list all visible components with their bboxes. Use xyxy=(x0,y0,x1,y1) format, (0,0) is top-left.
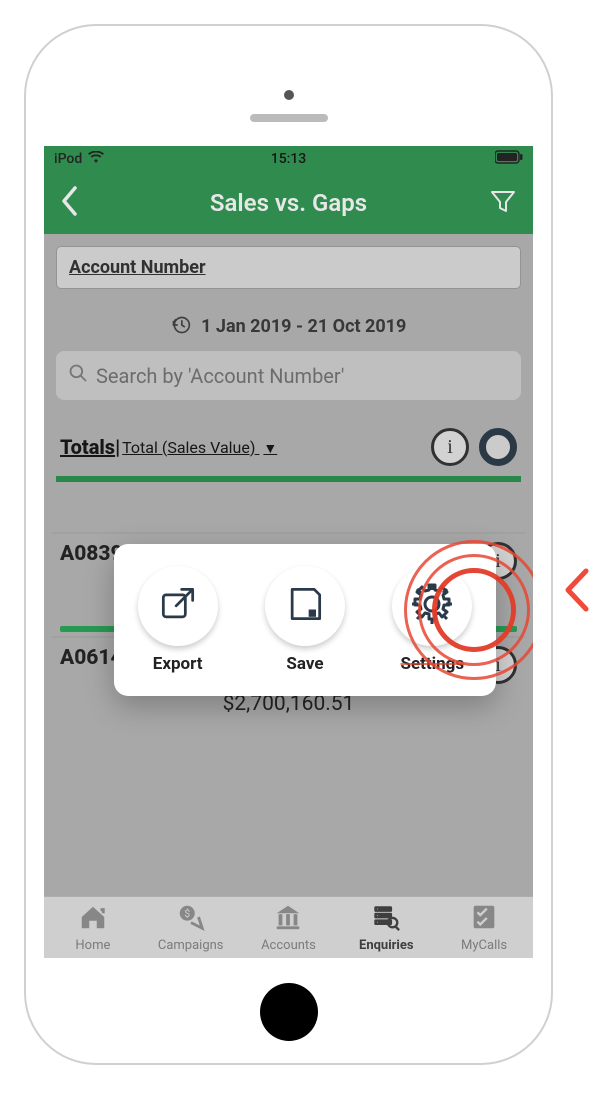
export-label: Export xyxy=(153,654,203,674)
gear-icon xyxy=(408,580,456,632)
enquiries-icon xyxy=(371,902,401,936)
battery-icon xyxy=(495,150,523,168)
tab-enquiries[interactable]: Enquiries xyxy=(337,897,435,958)
settings-label: Settings xyxy=(400,654,464,674)
search-input[interactable]: Search by 'Account Number' xyxy=(56,351,521,400)
tab-campaigns[interactable]: $ Campaigns xyxy=(142,897,240,958)
history-icon xyxy=(171,316,195,337)
tab-accounts[interactable]: Accounts xyxy=(240,897,338,958)
svg-text:$: $ xyxy=(184,907,190,920)
external-pointer-icon xyxy=(562,567,590,617)
phone-frame: iPod 15:13 Sales vs. Gaps Account Number xyxy=(26,26,551,1063)
dropdown-triangle-icon: ▼ xyxy=(263,441,277,457)
totals-toggle-button[interactable] xyxy=(479,428,517,466)
info-icon: i xyxy=(495,654,501,677)
tab-label: Campaigns xyxy=(158,938,224,953)
totals-progress-bar xyxy=(56,476,521,482)
nav-header: Sales vs. Gaps xyxy=(44,172,533,234)
totals-info-button[interactable]: i xyxy=(431,428,469,466)
account-number-bar[interactable]: Account Number xyxy=(56,246,521,289)
account-number-label: Account Number xyxy=(69,257,206,278)
status-bar: iPod 15:13 xyxy=(44,146,533,172)
accounts-icon xyxy=(273,902,303,936)
totals-sort-label: Total (Sales Value) xyxy=(122,438,255,457)
tab-label: Enquiries xyxy=(359,938,414,953)
back-button[interactable] xyxy=(44,186,94,220)
search-icon xyxy=(68,363,88,388)
export-icon xyxy=(156,582,200,630)
home-icon xyxy=(78,902,108,936)
wifi-icon xyxy=(88,151,104,167)
settings-button[interactable]: Settings xyxy=(392,566,472,674)
search-placeholder: Search by 'Account Number' xyxy=(96,364,344,388)
save-label: Save xyxy=(286,654,323,674)
tab-label: Home xyxy=(75,938,110,953)
tab-mycalls[interactable]: MyCalls xyxy=(435,897,533,958)
tab-bar: Home $ Campaigns Accounts Enquiries xyxy=(44,896,533,958)
speaker-slot xyxy=(250,114,328,122)
mycalls-icon xyxy=(469,902,499,936)
totals-label: Totals xyxy=(60,435,115,459)
save-button[interactable]: Save xyxy=(265,566,345,674)
campaigns-icon: $ xyxy=(176,902,206,936)
info-icon: i xyxy=(495,550,501,573)
app-screen: iPod 15:13 Sales vs. Gaps Account Number xyxy=(44,146,533,958)
date-range-row[interactable]: 1 Jan 2019 - 21 Oct 2019 xyxy=(52,301,525,351)
tab-label: Accounts xyxy=(261,938,316,953)
tab-label: MyCalls xyxy=(461,938,507,953)
totals-separator: | xyxy=(115,435,120,459)
save-icon xyxy=(283,582,327,630)
home-button[interactable] xyxy=(260,983,318,1041)
page-title: Sales vs. Gaps xyxy=(210,189,367,217)
totals-header: Totals | Total (Sales Value) ▼ i xyxy=(52,400,525,476)
date-range-text: 1 Jan 2019 - 21 Oct 2019 xyxy=(201,316,406,337)
info-icon: i xyxy=(447,436,453,459)
device-label: iPod xyxy=(54,151,82,167)
camera-dot xyxy=(284,90,294,100)
action-popup: Export Save xyxy=(114,544,496,696)
tab-home[interactable]: Home xyxy=(44,897,142,958)
totals-sort-dropdown[interactable]: Total (Sales Value) ▼ xyxy=(122,438,277,457)
export-button[interactable]: Export xyxy=(138,566,218,674)
filter-button[interactable] xyxy=(473,187,533,219)
clock-time: 15:13 xyxy=(271,151,307,167)
